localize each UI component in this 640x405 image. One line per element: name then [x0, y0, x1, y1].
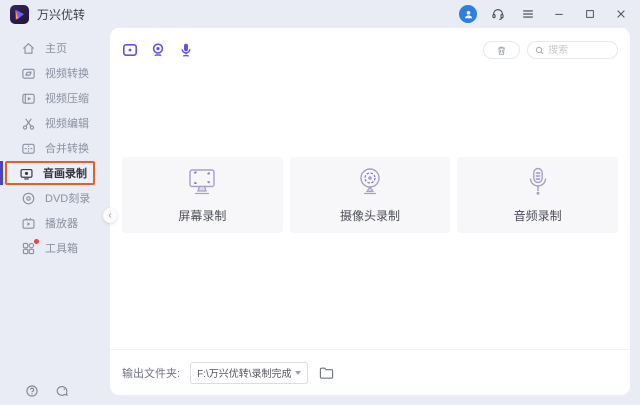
sidebar-item-label: 视频转换 [45, 68, 89, 80]
sidebar-item-dvd-burn[interactable]: DVD刻录 [0, 186, 110, 210]
clear-list-button[interactable] [483, 41, 520, 59]
sidebar-item-label: DVD刻录 [45, 193, 91, 205]
output-path-select[interactable]: F:\万兴优转\录制完成 [190, 361, 309, 384]
dvd-disc-icon [22, 192, 35, 204]
microphone-icon [529, 167, 546, 195]
main-panel: 屏幕录制 摄像头录制 [110, 28, 630, 395]
trash-icon [498, 46, 505, 55]
sidebar-item-video-edit[interactable]: 视频编辑 [0, 111, 110, 135]
output-path-value: F:\万兴优转\录制完成 [197, 369, 292, 380]
output-folder-bar: 输出文件夹: F:\万兴优转\录制完成 [110, 349, 630, 395]
screen-record-tab-icon [122, 43, 137, 56]
screen-record-card[interactable]: 屏幕录制 [122, 157, 283, 233]
sidebar-item-av-record[interactable]: 音画录制 [0, 161, 95, 185]
scissors-icon [22, 117, 35, 130]
sidebar-collapse-handle[interactable]: ‹ [103, 208, 117, 223]
sidebar-item-label: 音画录制 [43, 168, 87, 180]
user-icon [464, 10, 472, 18]
record-mode-tabs [122, 42, 194, 58]
sidebar-item-video-compress[interactable]: 视频压缩 [0, 86, 110, 110]
open-folder-button[interactable] [317, 364, 335, 382]
user-avatar[interactable] [459, 5, 477, 23]
feedback-icon[interactable] [54, 383, 69, 398]
sidebar-item-video-convert[interactable]: 视频转换 [0, 61, 110, 85]
titlebar: 万兴优转 [0, 0, 640, 28]
menu-hamburger-icon[interactable] [519, 5, 537, 23]
av-record-icon [20, 168, 33, 180]
webcam-record-tab-icon [152, 43, 164, 57]
toolbar-right [483, 41, 618, 59]
sidebar-item-toolbox[interactable]: 工具箱 [0, 236, 110, 260]
help-icon[interactable] [24, 383, 39, 398]
record-cards: 屏幕录制 摄像头录制 音频录制 [110, 157, 630, 233]
sidebar-item-label: 播放器 [45, 218, 78, 230]
sidebar: 主页 视频转换 视频压缩 视频编辑 合并转换 音画录制 DVD刻录 播放器 工具… [0, 28, 117, 405]
app-logo [10, 4, 29, 24]
audio-record-tab[interactable] [178, 42, 194, 58]
card-label: 摄像头录制 [340, 209, 401, 223]
close-button[interactable] [612, 5, 630, 23]
audio-record-card[interactable]: 音频录制 [457, 157, 619, 233]
output-folder-label: 输出文件夹: [122, 367, 181, 380]
app-title: 万兴优转 [37, 7, 86, 22]
sidebar-item-merge-convert[interactable]: 合并转换 [0, 136, 110, 160]
support-headset-icon[interactable] [489, 5, 507, 23]
monitor-icon [189, 169, 216, 195]
sidebar-item-home[interactable]: 主页 [0, 36, 110, 60]
sidebar-item-label: 工具箱 [45, 243, 78, 255]
app-body: 主页 视频转换 视频压缩 视频编辑 合并转换 音画录制 DVD刻录 播放器 工具… [0, 28, 640, 405]
player-icon [22, 217, 35, 229]
merge-icon [22, 143, 35, 154]
app-window: 万兴优转 主页 视频转换 视频压缩 视频编辑 合并转换 音画录制 DVD刻录 播… [0, 0, 640, 405]
sidebar-item-label: 主页 [45, 43, 67, 55]
card-label: 音频录制 [513, 209, 562, 223]
content-toolbar [110, 37, 630, 63]
maximize-button[interactable] [581, 5, 599, 23]
search-icon [535, 46, 544, 54]
selected-indicator-bar [0, 161, 3, 185]
webcam-record-tab[interactable] [150, 42, 166, 58]
card-label: 屏幕录制 [178, 209, 227, 223]
screen-record-tab[interactable] [122, 42, 138, 58]
search-input[interactable] [548, 44, 610, 56]
sidebar-bottom-actions [24, 383, 69, 398]
sidebar-item-player[interactable]: 播放器 [0, 211, 110, 235]
notification-badge [34, 238, 39, 244]
minimize-button[interactable] [550, 5, 568, 23]
video-convert-icon [22, 68, 35, 79]
titlebar-actions [459, 5, 630, 23]
chevron-down-icon [295, 370, 302, 375]
video-compress-icon [22, 93, 35, 104]
folder-icon [319, 367, 333, 379]
sidebar-item-label: 视频压缩 [45, 93, 89, 105]
audio-record-tab-icon [181, 43, 191, 57]
home-icon [22, 42, 35, 54]
webcam-record-card[interactable]: 摄像头录制 [289, 157, 451, 233]
sidebar-item-label: 合并转换 [45, 143, 89, 155]
search-box [527, 41, 618, 59]
sidebar-item-label: 视频编辑 [45, 118, 89, 130]
webcam-icon [360, 168, 380, 195]
